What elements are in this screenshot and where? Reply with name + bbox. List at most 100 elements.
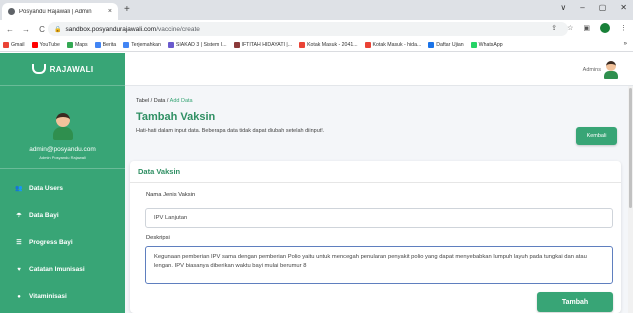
sidebar: RAJAWALI admin@posyandu.com Admin Posyan… [0, 53, 125, 313]
window-controls: ∨ – ▢ ✕ [560, 3, 627, 12]
bookmark-favicon-icon [428, 41, 435, 48]
bookmarks-overflow-icon[interactable]: » [624, 41, 627, 47]
bookmark-label: WhatsApp [478, 41, 503, 48]
main-content: Admins Tabel / Data / Add Data Tambah Va… [125, 53, 633, 313]
bookmark-item[interactable]: IFTITAH HIDAYATI |... [233, 41, 293, 48]
browser-tab[interactable]: Posyandu Rajawali | Admin × [2, 3, 118, 20]
sidebar-item-catatan-imunisasi[interactable]: ♥ Catatan Imunisasi [0, 256, 125, 283]
site-favicon-icon [8, 8, 15, 15]
list-icon: ☰ [16, 240, 22, 246]
breadcrumb: Tabel / Data / Add Data [136, 98, 193, 104]
bookmark-favicon-icon [470, 41, 477, 48]
sidebar-item-data-bayi[interactable]: ☂ Data Bayi [0, 202, 125, 229]
bookmark-label: Maps [74, 41, 88, 48]
tab-close-icon[interactable]: × [108, 8, 112, 15]
form-card: Data Vaksin Nama Jenis Vaksin IPV Lanjut… [130, 161, 621, 313]
breadcrumb-current: Add Data [169, 98, 193, 104]
vaccine-name-input[interactable]: IPV Lanjutan [145, 208, 613, 228]
tab-search-icon[interactable]: ∨ [560, 3, 566, 12]
menu-kebab-icon[interactable]: ⋮ [620, 24, 627, 32]
bookmark-label: Daftar Ujian [436, 41, 464, 48]
minimize-button[interactable]: – [580, 3, 584, 12]
bookmark-item[interactable]: Maps [66, 41, 88, 48]
toolbar-actions: ⇪ ☆ ▣ ⋮ [551, 23, 627, 33]
bookmark-item[interactable]: YouTube [31, 41, 60, 48]
back-button[interactable]: Kembali [576, 127, 617, 145]
new-tab-button[interactable]: + [124, 4, 130, 15]
bookmark-label: SIAKAD 3 | Sistem I... [175, 41, 227, 48]
page-scrollbar[interactable] [628, 86, 633, 313]
bookmark-item[interactable]: Terjemahkan [123, 41, 161, 48]
sidebar-item-label: Catatan Imunisasi [29, 266, 85, 273]
admin-label[interactable]: Admins [583, 67, 601, 73]
url-path: /vaccine/create [156, 25, 200, 33]
bookmarks-bar: Gmail YouTube Maps Berita Terjemahkan SIAKAD … [0, 38, 633, 52]
bookmark-label: Berita [102, 41, 117, 48]
sidebar-item-vitaminisasi[interactable]: ● Vitaminisasi [0, 283, 125, 310]
pills-icon: ● [17, 293, 21, 300]
users-icon: 👥 [15, 186, 23, 192]
sidebar-item-progress-bayi[interactable]: ☰ Progress Bayi [0, 229, 125, 256]
sidebar-item-label: Data Users [29, 185, 63, 192]
profile-avatar[interactable] [600, 23, 610, 33]
bookmark-item[interactable]: Berita [94, 41, 117, 48]
bookmark-label: IFTITAH HIDAYATI |... [241, 41, 293, 48]
maximize-button[interactable]: ▢ [599, 3, 607, 12]
baby-icon: ☂ [16, 213, 22, 219]
scrollbar-thumb[interactable] [629, 88, 632, 208]
lock-icon: 🔒 [54, 26, 62, 33]
sidepanel-icon[interactable]: ▣ [583, 24, 590, 32]
browser-toolbar: ← → C 🔒 sandbox.posyandurajawali.com/vac… [0, 20, 633, 38]
bookmark-label: YouTube [39, 41, 60, 48]
sidebar-user: admin@posyandu.com Admin Posyandu Rajawa… [0, 86, 125, 169]
bookmark-item[interactable]: Kotak Masuk - hida... [364, 41, 422, 48]
user-role: Admin Posyandu Rajawali [39, 155, 86, 160]
sidebar-item-label: Data Bayi [29, 212, 59, 219]
submit-button[interactable]: Tambah [537, 292, 613, 312]
vaccine-name-label: Nama Jenis Vaksin [146, 192, 196, 198]
bookmark-star-icon[interactable]: ☆ [567, 24, 573, 32]
close-window-button[interactable]: ✕ [620, 3, 627, 12]
heart-icon: ♥ [17, 266, 21, 273]
share-icon[interactable]: ⇪ [551, 24, 557, 32]
back-button[interactable]: ← [4, 25, 16, 34]
bookmark-favicon-icon [31, 41, 38, 48]
sidebar-item-label: Progress Bayi [29, 239, 73, 246]
card-title: Data Vaksin [130, 161, 621, 183]
tab-title: Posyandu Rajawali | Admin [19, 8, 92, 15]
reload-button[interactable]: C [36, 25, 48, 34]
description-textarea[interactable]: Kegunaan pemberian IPV sama dengan pembe… [145, 246, 613, 284]
bookmark-label: Kotak Masuk - hida... [372, 41, 422, 48]
bookmark-item[interactable]: Gmail [3, 41, 25, 48]
sidebar-item-data-users[interactable]: 👥 Data Users [0, 175, 125, 202]
bookmark-favicon-icon [299, 41, 306, 48]
bookmark-label: Gmail [11, 41, 25, 48]
rajawali-logo-icon [31, 64, 46, 74]
bookmark-favicon-icon [167, 41, 174, 48]
bookmark-favicon-icon [94, 41, 101, 48]
sidebar-brand[interactable]: RAJAWALI [0, 53, 125, 86]
browser-tab-strip: Posyandu Rajawali | Admin × + ∨ – ▢ ✕ [0, 0, 633, 20]
bookmark-item[interactable]: Kotak Masuk - 2041... [299, 41, 358, 48]
page-title: Tambah Vaksin [136, 111, 216, 123]
sidebar-menu: 👥 Data Users ☂ Data Bayi ☰ Progress Bayi… [0, 169, 125, 310]
bookmark-label: Kotak Masuk - 2041... [307, 41, 358, 48]
topbar: Admins [125, 53, 633, 86]
topbar-avatar[interactable] [603, 61, 619, 79]
breadcrumb-tabel[interactable]: Tabel [136, 98, 149, 104]
address-bar[interactable]: 🔒 sandbox.posyandurajawali.com/vaccine/c… [48, 22, 568, 36]
bookmark-favicon-icon [233, 41, 240, 48]
brand-name: RAJAWALI [49, 64, 94, 74]
sidebar-item-label: Vitaminisasi [29, 293, 67, 300]
bookmark-item[interactable]: WhatsApp [470, 41, 503, 48]
bookmark-item[interactable]: SIAKAD 3 | Sistem I... [167, 41, 227, 48]
forward-button[interactable]: → [20, 25, 32, 34]
page-description: Hati-hati dalam input data. Beberapa dat… [136, 128, 325, 134]
bookmark-favicon-icon [364, 41, 371, 48]
user-email: admin@posyandu.com [29, 146, 96, 153]
bookmark-favicon-icon [66, 41, 73, 48]
bookmark-label: Terjemahkan [131, 41, 161, 48]
breadcrumb-data[interactable]: Data [154, 98, 166, 104]
bookmark-item[interactable]: Daftar Ujian [428, 41, 464, 48]
bookmark-favicon-icon [3, 41, 9, 48]
